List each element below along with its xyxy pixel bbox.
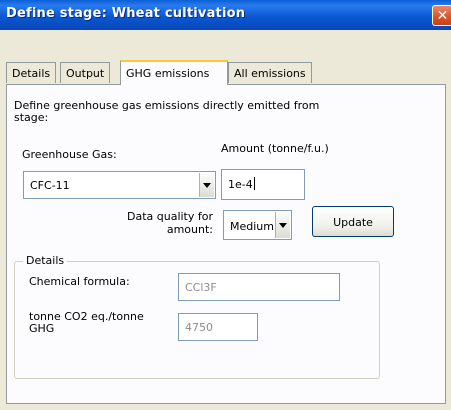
close-button[interactable]: ✕ [432, 5, 451, 26]
chevron-down-icon[interactable] [275, 212, 290, 238]
amount-input[interactable]: 1e-4 [221, 169, 305, 200]
greenhouse-gas-select[interactable]: CFC-11 [23, 171, 216, 199]
data-quality-label-line1: Data quality for [126, 210, 213, 223]
intro-text-line2: stage: [14, 111, 49, 124]
ghg-emissions-panel: Define greenhouse gas emissions directly… [6, 84, 446, 404]
chevron-down-icon[interactable] [199, 173, 214, 197]
update-button[interactable]: Update [312, 206, 394, 237]
title-bar: Define stage: Wheat cultivation ✕ [0, 0, 451, 30]
tab-ghg-emissions[interactable]: GHG emissions [120, 60, 228, 85]
chemical-formula-label: Chemical formula: [29, 275, 130, 288]
amount-label: Amount (tonne/f.u.) [221, 142, 329, 155]
data-quality-value: Medium [230, 220, 274, 233]
details-legend: Details [23, 254, 68, 267]
tab-output[interactable]: Output [60, 62, 111, 83]
amount-value: 1e-4 [228, 178, 253, 191]
greenhouse-gas-label: Greenhouse Gas: [22, 148, 117, 161]
tab-details[interactable]: Details [6, 62, 57, 83]
co2-eq-field: 4750 [178, 313, 258, 341]
tab-all-emissions[interactable]: All emissions [228, 62, 312, 83]
co2-eq-label-line2: GHG [29, 322, 55, 335]
data-quality-select[interactable]: Medium [223, 210, 292, 240]
intro-text-line1: Define greenhouse gas emissions directly… [14, 99, 320, 112]
data-quality-label-line2: amount: [166, 223, 213, 236]
window-title: Define stage: Wheat cultivation [6, 6, 246, 21]
greenhouse-gas-value: CFC-11 [30, 179, 70, 192]
text-cursor [253, 177, 255, 190]
close-icon: ✕ [436, 8, 449, 24]
details-groupbox: Details Chemical formula: CCl3F tonne CO… [14, 254, 380, 379]
tab-strip: Details Output GHG emissions All emissio… [6, 60, 446, 85]
chemical-formula-field: CCl3F [178, 273, 340, 301]
